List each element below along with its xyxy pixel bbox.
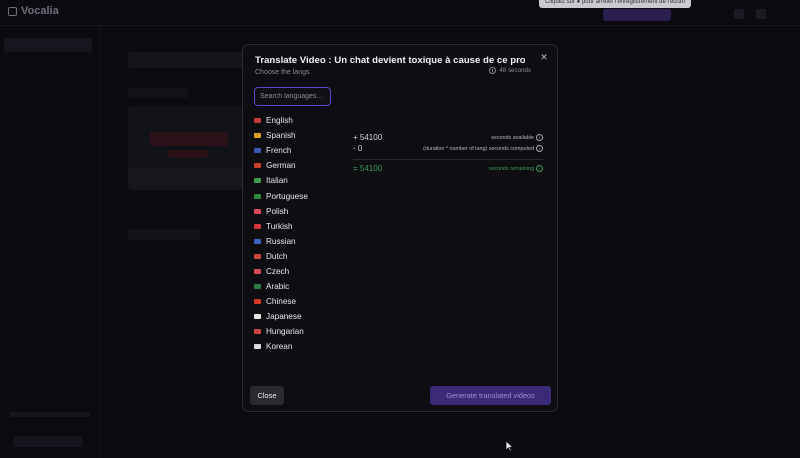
language-label: English <box>266 116 293 126</box>
flag-icon <box>254 299 261 305</box>
sidebar-item-active[interactable] <box>4 38 92 52</box>
language-label: Czech <box>266 266 290 276</box>
upgrade-button[interactable] <box>603 9 671 21</box>
language-item[interactable]: Japanese <box>254 309 344 324</box>
duration-timer: 48 seconds <box>489 67 531 74</box>
language-label: Chinese <box>266 297 297 307</box>
original-video-label <box>128 88 188 98</box>
language-label: Spanish <box>266 131 296 141</box>
language-item[interactable]: Chinese <box>254 294 344 309</box>
clock-icon <box>489 67 497 74</box>
language-label: Portuguese <box>266 191 308 201</box>
brand-logo: Vocalia <box>8 5 59 17</box>
language-item[interactable]: Hungarian <box>254 324 344 339</box>
available-label: seconds available <box>491 134 534 141</box>
language-label: Arabic <box>266 282 290 292</box>
flag-icon <box>254 118 261 124</box>
generate-translated-videos-button[interactable]: Generate translated videos <box>430 386 551 405</box>
language-label: Hungarian <box>266 327 304 337</box>
language-label: Polish <box>266 206 289 216</box>
brand-name: Vocalia <box>21 5 59 17</box>
available-value: + 54100 <box>353 133 383 142</box>
stat-computed: - 0 (duration * number of lang) seconds … <box>353 144 543 155</box>
recording-tooltip: Cliquez sur ● pour arrêter l'enregistrem… <box>539 0 691 8</box>
flag-icon <box>254 344 261 350</box>
flag-icon <box>254 314 261 320</box>
remaining-label: seconds remaining <box>488 165 534 172</box>
stat-remaining: = 54100 seconds remaining i <box>353 164 543 175</box>
language-item[interactable]: Dutch <box>254 249 344 264</box>
language-label: Korean <box>266 342 293 352</box>
video-thumbnail[interactable] <box>128 106 242 190</box>
language-label: German <box>266 161 296 171</box>
stat-available: + 54100 seconds available i <box>353 133 543 144</box>
language-item[interactable]: Turkish <box>254 219 344 234</box>
language-item[interactable]: Spanish <box>254 128 344 143</box>
language-label: Dutch <box>266 251 288 261</box>
computed-label: (duration * number of lang) seconds comp… <box>423 145 534 152</box>
language-item[interactable]: Czech <box>254 264 344 279</box>
language-label: Italian <box>266 176 288 186</box>
flag-icon <box>254 284 261 290</box>
duration-text: 48 seconds <box>499 67 531 74</box>
language-label: French <box>266 146 292 156</box>
stat-divider <box>353 159 543 160</box>
language-label: Russian <box>266 236 296 246</box>
sidebar-credit-text <box>10 412 90 417</box>
language-item[interactable]: Italian <box>254 173 344 188</box>
info-icon[interactable]: i <box>536 134 543 141</box>
modal-subtitle: Choose the langs <box>255 69 310 76</box>
language-item[interactable]: French <box>254 143 344 158</box>
sidebar <box>0 26 100 458</box>
flag-icon <box>254 253 261 259</box>
language-item[interactable]: Korean <box>254 339 344 354</box>
language-label: Turkish <box>266 221 293 231</box>
close-button[interactable]: Close <box>250 386 284 405</box>
language-item[interactable]: Arabic <box>254 279 344 294</box>
language-item[interactable]: English <box>254 113 344 128</box>
language-item[interactable]: Portuguese <box>254 188 344 203</box>
translate-video-modal: Translate Video : Un chat devient toxiqu… <box>242 44 558 412</box>
language-search-input[interactable] <box>254 87 331 106</box>
language-item[interactable]: Russian <box>254 234 344 249</box>
flag-icon <box>254 133 261 139</box>
flag-icon <box>254 163 261 169</box>
flag-icon <box>254 268 261 274</box>
info-icon[interactable]: i <box>536 145 543 152</box>
modal-title: Translate Video : Un chat devient toxiqu… <box>255 55 525 66</box>
top-bar: Vocalia Cliquez sur ● pour arrêter l'enr… <box>0 0 800 26</box>
computed-value: - 0 <box>353 144 363 153</box>
flag-icon <box>254 193 261 199</box>
flag-icon <box>254 148 261 154</box>
info-icon[interactable]: i <box>536 165 543 172</box>
flag-icon <box>254 238 261 244</box>
flag-icon <box>254 178 261 184</box>
language-list: English Spanish French German Italian Portugu… <box>254 113 344 355</box>
settings-icon[interactable] <box>734 9 744 19</box>
remaining-value: = 54100 <box>353 164 383 173</box>
logo-icon <box>8 6 17 16</box>
flag-icon <box>254 329 261 335</box>
flag-icon <box>254 223 261 229</box>
close-icon[interactable]: ✕ <box>538 51 550 63</box>
language-label: Japanese <box>266 312 302 322</box>
language-item[interactable]: Polish <box>254 204 344 219</box>
sidebar-user[interactable] <box>14 436 82 447</box>
mouse-cursor-icon <box>505 440 515 452</box>
seconds-summary: + 54100 seconds available i - 0 (duratio… <box>353 133 543 175</box>
language-item[interactable]: German <box>254 158 344 173</box>
user-icon[interactable] <box>756 9 766 19</box>
translations-label <box>128 229 200 240</box>
flag-icon <box>254 208 261 214</box>
